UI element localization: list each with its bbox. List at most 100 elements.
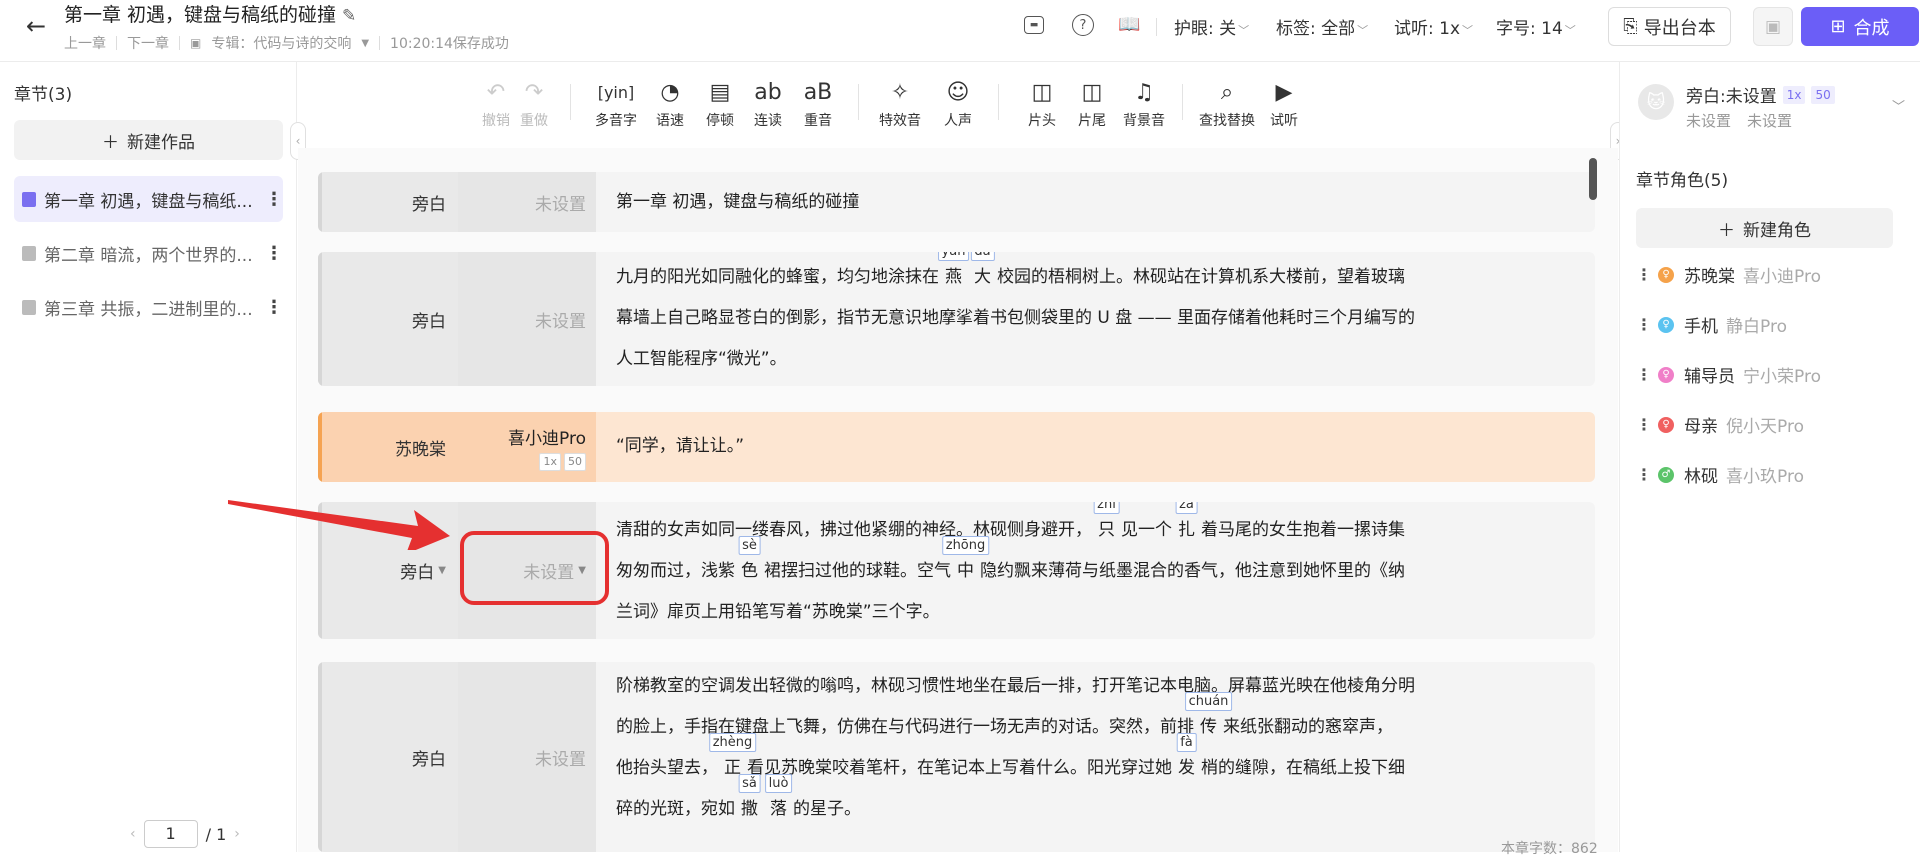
more-vertical-icon[interactable]: ⋮ xyxy=(265,297,283,318)
new-work-button[interactable]: ＋ 新建作品 xyxy=(14,120,283,160)
voice-cell[interactable]: 未设置 xyxy=(458,252,596,386)
chevron-left-icon[interactable]: ‹ xyxy=(130,826,136,842)
stress-button[interactable]: aB 重音 xyxy=(790,76,846,130)
pinyin-tag[interactable]: zhī xyxy=(1093,502,1120,514)
more-vertical-icon[interactable]: ⋮ xyxy=(265,243,283,264)
tag-filter-select[interactable]: 标签: 全部 ﹀ xyxy=(1276,14,1368,39)
voice-cell[interactable]: 喜小迪Pro 1x 50 xyxy=(458,412,596,482)
next-chapter-link[interactable]: 下一章 xyxy=(127,33,169,53)
polyphone-mark[interactable]: 中 zhōng xyxy=(941,536,990,592)
more-vertical-icon[interactable]: ⋮ xyxy=(1636,265,1652,284)
keyboard-icon[interactable]: ▬ xyxy=(1024,16,1044,34)
role-item[interactable]: ⋮ ♂ 林砚 喜小玖Pro xyxy=(1636,462,1804,487)
chapter-item[interactable]: 第二章 暗流，两个世界的... ⋮ xyxy=(14,230,283,276)
line-text[interactable]: 九月的阳光如同融化的蜂蜜，均匀地涂抹在燕 yān 大 dà校园的梧桐树上。林砚站在计算… xyxy=(616,252,1577,380)
save-icon: ▣ xyxy=(1764,16,1782,37)
pinyin-tag[interactable]: chuán xyxy=(1184,692,1233,711)
redo-button[interactable]: ↷ 重做 xyxy=(506,76,562,130)
pinyin-tag[interactable]: dà xyxy=(970,252,995,261)
role-cell[interactable]: 旁白 xyxy=(318,662,458,852)
polyphone-mark[interactable]: 色 sè xyxy=(735,536,764,592)
polyphone-mark[interactable]: 大 dà xyxy=(968,252,997,298)
role-item[interactable]: ⋮ ♀ 苏晚棠 喜小迪Pro xyxy=(1636,262,1821,287)
role-name: 旁白 xyxy=(400,563,435,583)
voice-cell[interactable]: 未设置 xyxy=(458,662,596,852)
more-vertical-icon[interactable]: ⋮ xyxy=(1636,315,1652,334)
role-item[interactable]: ⋮ ♀ 母亲 倪小天Pro xyxy=(1636,412,1804,437)
caret-down-icon: ▼ xyxy=(438,565,446,576)
script-line[interactable]: 旁白 未设置 第一章 初遇，键盘与稿纸的碰撞 xyxy=(318,172,1595,232)
more-vertical-icon[interactable]: ⋮ xyxy=(1636,465,1652,484)
line-text[interactable]: 第一章 初遇，键盘与稿纸的碰撞 xyxy=(616,182,1577,223)
chapter-item[interactable]: 第三章 共振，二进制里的... ⋮ xyxy=(14,284,283,330)
polyphone-mark[interactable]: 燕 yān xyxy=(937,252,970,298)
role-cell[interactable]: 苏晚棠 xyxy=(318,412,458,482)
preview-speed-select[interactable]: 试听: 1x ﹀ xyxy=(1394,14,1473,39)
pinyin-tag[interactable]: luò xyxy=(764,774,793,793)
album-select[interactable]: 专辑：代码与诗的交响 xyxy=(211,33,351,53)
export-script-button[interactable]: ⎘ 导出台本 xyxy=(1608,7,1731,46)
intro-button[interactable]: ◫ 片头 xyxy=(1014,76,1070,130)
pinyin-tag[interactable]: sè xyxy=(738,536,761,555)
script-line-active[interactable]: 苏晚棠 喜小迪Pro 1x 50 “同学，请让让。” xyxy=(318,412,1595,482)
outro-button[interactable]: ◫ 片尾 xyxy=(1064,76,1120,130)
role-cell[interactable]: 旁白 xyxy=(318,252,458,386)
find-replace-button[interactable]: ⌕ 查找替换 xyxy=(1190,76,1264,130)
polyphone-mark[interactable]: 落 luò xyxy=(764,774,793,830)
font-size-select[interactable]: 字号: 14 ﹀ xyxy=(1496,14,1576,39)
voice-button[interactable]: ☺ 人声 xyxy=(930,76,986,130)
sfx-button[interactable]: ✧ 特效音 xyxy=(872,76,928,130)
polyphone-button[interactable]: [yin] 多音字 xyxy=(588,76,644,130)
more-vertical-icon[interactable]: ⋮ xyxy=(1636,415,1652,434)
polyphone-mark[interactable]: 只 zhī xyxy=(1092,502,1121,551)
more-vertical-icon[interactable]: ⋮ xyxy=(265,189,283,210)
speed-button[interactable]: ◔ 语速 xyxy=(642,76,698,130)
pinyin-tag[interactable]: yān xyxy=(937,252,970,261)
script-line[interactable]: 旁白 未设置 九月的阳光如同融化的蜂蜜，均匀地涂抹在燕 yān 大 dà校园的梧桐树上… xyxy=(318,252,1595,386)
pinyin-tag[interactable]: zhèng xyxy=(708,733,757,752)
script-line[interactable]: 旁白 未设置 阶梯教室的空调发出轻微的嗡鸣，林砚习惯性地坐在最后一排，打开笔记本… xyxy=(318,662,1595,852)
editor-scrollbar[interactable] xyxy=(1589,158,1597,200)
liaison-button[interactable]: ab 连读 xyxy=(740,76,796,130)
role-item[interactable]: ⋮ ♀ 辅导员 宁小荣Pro xyxy=(1636,362,1821,387)
chevron-down-icon[interactable]: ﹀ xyxy=(1892,96,1905,115)
role-cell[interactable]: 旁白 xyxy=(318,172,458,232)
help-icon[interactable]: ? xyxy=(1072,14,1094,36)
chevron-right-icon[interactable]: › xyxy=(234,826,240,842)
line-text[interactable]: 阶梯教室的空调发出轻微的嗡鸣，林砚习惯性地坐在最后一排，打开笔记本电脑。屏幕蓝光… xyxy=(616,666,1577,830)
edit-pencil-icon[interactable]: ✎ xyxy=(342,6,356,26)
line-text[interactable]: 清甜的女声如同一缕春风，拂过他紧绷的神经。林砚侧身避开， 只 zhī 见一个扎 zā 着马… xyxy=(616,502,1577,633)
role-name: 辅导员 xyxy=(1684,367,1735,387)
bgm-button[interactable]: ♫ 背景音 xyxy=(1116,76,1172,130)
more-vertical-icon[interactable]: ⋮ xyxy=(1636,365,1652,384)
new-role-button[interactable]: ＋ 新建角色 xyxy=(1636,208,1893,248)
pinyin-tag[interactable]: sǎ xyxy=(738,774,761,793)
narrator-summary[interactable]: 旁白:未设置 1x 50 xyxy=(1686,82,1835,107)
line-text[interactable]: “同学，请让让。” xyxy=(616,426,1577,467)
pinyin-tag[interactable]: zhōng xyxy=(941,536,990,555)
prev-chapter-link[interactable]: 上一章 xyxy=(64,33,106,53)
save-button[interactable]: ▣ xyxy=(1753,7,1793,46)
voice-cell[interactable]: 未设置 xyxy=(458,172,596,232)
chapter-item[interactable]: 第一章 初遇，键盘与稿纸... ⋮ xyxy=(14,176,283,222)
polyphone-mark[interactable]: 扎 zā xyxy=(1172,502,1201,551)
synthesize-label: 合成 xyxy=(1853,17,1890,39)
book-icon[interactable]: 📖 xyxy=(1118,14,1140,35)
pinyin-tag[interactable]: zā xyxy=(1175,502,1198,514)
voice-tags: 1x 50 xyxy=(539,452,586,471)
divider xyxy=(1156,18,1157,36)
polyphone-mark[interactable]: 撒 sǎ xyxy=(735,774,764,830)
chevron-down-icon[interactable]: ▼ xyxy=(361,38,369,49)
tag-filter-label: 标签: 全部 xyxy=(1276,19,1356,39)
back-arrow-icon[interactable]: ← xyxy=(26,12,46,40)
polyphone-mark[interactable]: 传 chuán xyxy=(1184,692,1233,748)
text-span: 看见苏晚棠咬着笔杆，在笔记本上写着什么。阳光穿过她 xyxy=(747,758,1172,778)
preview-button[interactable]: ▶ 试听 xyxy=(1256,76,1312,130)
pinyin-tag[interactable]: fà xyxy=(1176,733,1197,752)
synthesize-button[interactable]: ⊞ 合成 xyxy=(1801,7,1919,46)
eye-protection-select[interactable]: 护眼: 关 ﹀ xyxy=(1174,14,1249,39)
polyphone-mark[interactable]: 发 fà xyxy=(1172,733,1201,789)
role-item[interactable]: ⋮ ♀ 手机 静白Pro xyxy=(1636,312,1787,337)
text-span: 九月的阳光如同融化的蜂蜜，均匀地涂抹在 xyxy=(616,267,939,287)
page-input[interactable]: 1 xyxy=(143,820,198,848)
